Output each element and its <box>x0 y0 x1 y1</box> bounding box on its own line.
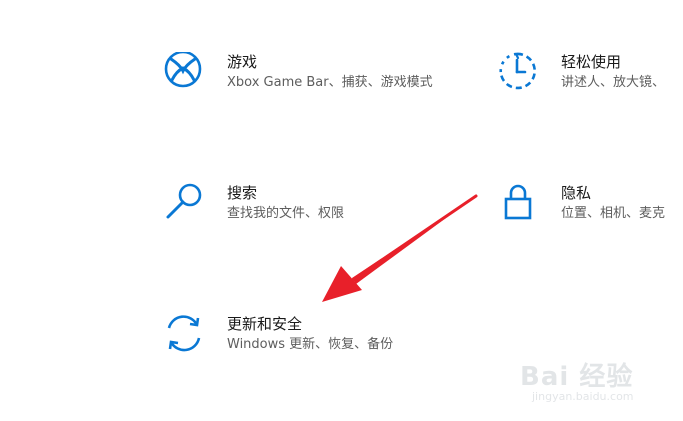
settings-tile-search[interactable]: 搜索 查找我的文件、权限 <box>163 183 443 233</box>
settings-tile-update-security[interactable]: 更新和安全 Windows 更新、恢复、备份 <box>163 314 463 364</box>
tile-description: 讲述人、放大镜、 <box>561 75 666 90</box>
lock-icon <box>497 183 541 227</box>
settings-tile-privacy[interactable]: 隐私 位置、相机、麦克 <box>497 183 683 233</box>
tile-title: 游戏 <box>227 53 258 71</box>
sync-icon <box>163 314 207 358</box>
tile-description: Windows 更新、恢复、备份 <box>227 337 394 352</box>
ease-of-access-icon <box>497 52 541 96</box>
settings-tile-gaming[interactable]: 游戏 Xbox Game Bar、捕获、游戏模式 <box>163 52 443 122</box>
tile-title: 更新和安全 <box>227 315 303 333</box>
tile-description: 查找我的文件、权限 <box>227 206 345 221</box>
tile-title: 轻松使用 <box>561 53 622 71</box>
watermark: Bai 经验 jingyan.baidu.com <box>520 350 680 410</box>
watermark-url: jingyan.baidu.com <box>532 390 634 403</box>
watermark-logo: Bai 经验 <box>520 362 634 392</box>
tile-title: 搜索 <box>227 184 258 202</box>
tile-description: 位置、相机、麦克 <box>561 206 666 221</box>
xbox-icon <box>163 52 207 96</box>
tile-title: 隐私 <box>561 184 592 202</box>
tile-description: Xbox Game Bar、捕获、游戏模式 <box>227 75 433 90</box>
settings-tile-ease-of-access[interactable]: 轻松使用 讲述人、放大镜、 <box>497 52 683 102</box>
search-icon <box>163 183 207 227</box>
